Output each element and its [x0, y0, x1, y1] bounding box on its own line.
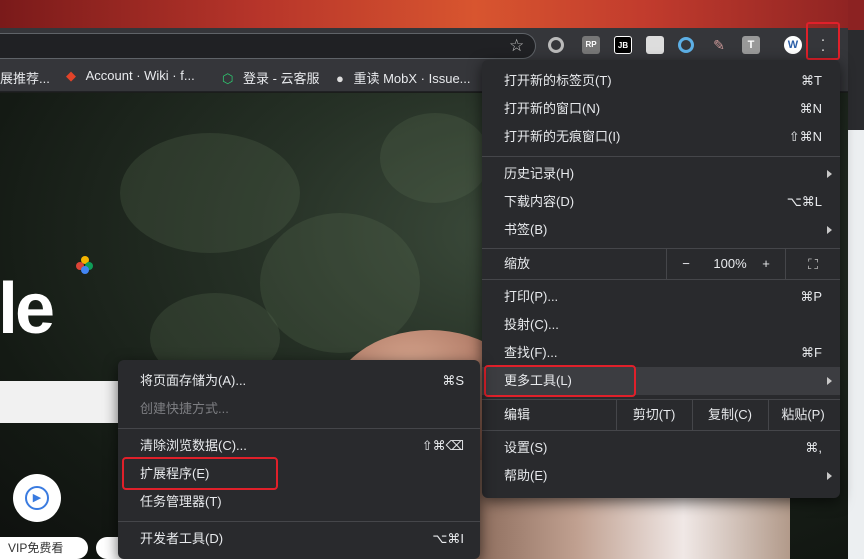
address-bar[interactable]	[0, 33, 536, 59]
submenu-item-create-shortcut: 创建快捷方式...	[140, 401, 229, 416]
logo-dots-icon	[76, 256, 94, 274]
menu-item-incognito[interactable]: 打开新的无痕窗口(I) ⇧⌘N	[482, 123, 822, 151]
background-window-edge	[848, 0, 864, 559]
w-extension-icon[interactable]: W	[784, 36, 802, 54]
submenu-item-save-page[interactable]: 将页面存储为(A)... ⌘S	[118, 367, 464, 395]
submenu-item-clear-data[interactable]: 清除浏览数据(C)... ⇧⌘⌫	[118, 432, 464, 460]
window-titlebar	[0, 0, 864, 30]
submenu-item-task-manager[interactable]: 任务管理器(T)	[118, 488, 464, 516]
zoom-label: 缩放	[504, 256, 531, 271]
t-extension-icon[interactable]: T	[742, 36, 760, 54]
bookmark-item-account-wiki[interactable]: ◆ Account · Wiki · f...	[66, 68, 195, 84]
menu-item-cast[interactable]: 投射(C)...	[482, 311, 822, 339]
play-icon: ▶	[25, 486, 49, 510]
target-extension-icon[interactable]	[678, 37, 694, 53]
more-tools-highlight	[484, 365, 636, 397]
menu-separator	[118, 428, 480, 429]
menu-separator	[482, 156, 840, 157]
pdf-extension-icon[interactable]	[646, 36, 664, 54]
play-button[interactable]: ▶	[13, 474, 61, 522]
submenu-item-devtools[interactable]: 开发者工具(D) ⌥⌘I	[118, 525, 464, 553]
menu-item-settings[interactable]: 设置(S) ⌘,	[482, 434, 822, 462]
jb-extension-icon[interactable]: JB	[614, 36, 632, 54]
edit-label: 编辑	[504, 407, 531, 422]
menu-item-help[interactable]: 帮助(E)	[482, 462, 840, 490]
menu-button-highlight	[806, 22, 840, 60]
fullscreen-icon[interactable]: ⛶	[798, 249, 828, 279]
chrome-main-menu: 打开新的标签页(T) ⌘T 打开新的窗口(N) ⌘N 打开新的无痕窗口(I) ⇧⌘N …	[482, 60, 840, 498]
menu-separator	[482, 430, 840, 431]
menu-item-new-window[interactable]: 打开新的窗口(N) ⌘N	[482, 95, 822, 123]
menu-item-downloads[interactable]: 下载内容(D) ⌥⌘L	[482, 188, 822, 216]
brush-extension-icon[interactable]: ✎	[710, 36, 728, 54]
bookmark-item-login[interactable]: ⬡ 登录 - 云客服	[222, 68, 320, 87]
menu-separator	[482, 279, 840, 280]
gitlab-icon: ◆	[66, 68, 76, 83]
extensions-highlight	[122, 457, 278, 490]
hexagon-icon: ⬡	[222, 71, 234, 86]
site-logo: le	[0, 269, 55, 349]
menu-item-find[interactable]: 查找(F)... ⌘F	[482, 339, 822, 367]
paste-button[interactable]: 粘贴(P)	[770, 400, 836, 430]
submenu-arrow-icon	[827, 170, 832, 178]
menu-item-new-tab[interactable]: 打开新的标签页(T) ⌘T	[482, 67, 822, 95]
github-icon: ●	[336, 71, 344, 86]
menu-separator	[118, 521, 480, 522]
vip-button[interactable]: VIP免费看	[0, 537, 88, 559]
copy-button[interactable]: 复制(C)	[694, 400, 766, 430]
bookmark-item-1[interactable]: 展推荐...	[0, 68, 50, 87]
submenu-arrow-icon	[827, 472, 832, 480]
rp-extension-icon[interactable]: RP	[582, 36, 600, 54]
menu-item-history[interactable]: 历史记录(H)	[482, 160, 840, 188]
zoom-in-button[interactable]: +	[754, 249, 778, 279]
cut-button[interactable]: 剪切(T)	[618, 400, 690, 430]
submenu-arrow-icon	[827, 226, 832, 234]
circle-extension-icon[interactable]	[548, 37, 564, 53]
submenu-arrow-icon	[827, 377, 832, 385]
menu-item-bookmarks[interactable]: 书签(B)	[482, 216, 840, 244]
bookmark-item-mobx[interactable]: ● 重读 MobX · Issue...	[336, 68, 471, 87]
bookmark-star-icon[interactable]: ☆	[509, 36, 524, 56]
zoom-level: 100%	[713, 256, 747, 271]
search-box[interactable]	[0, 381, 118, 423]
menu-item-print[interactable]: 打印(P)... ⌘P	[482, 283, 822, 311]
zoom-out-button[interactable]: −	[674, 249, 698, 279]
